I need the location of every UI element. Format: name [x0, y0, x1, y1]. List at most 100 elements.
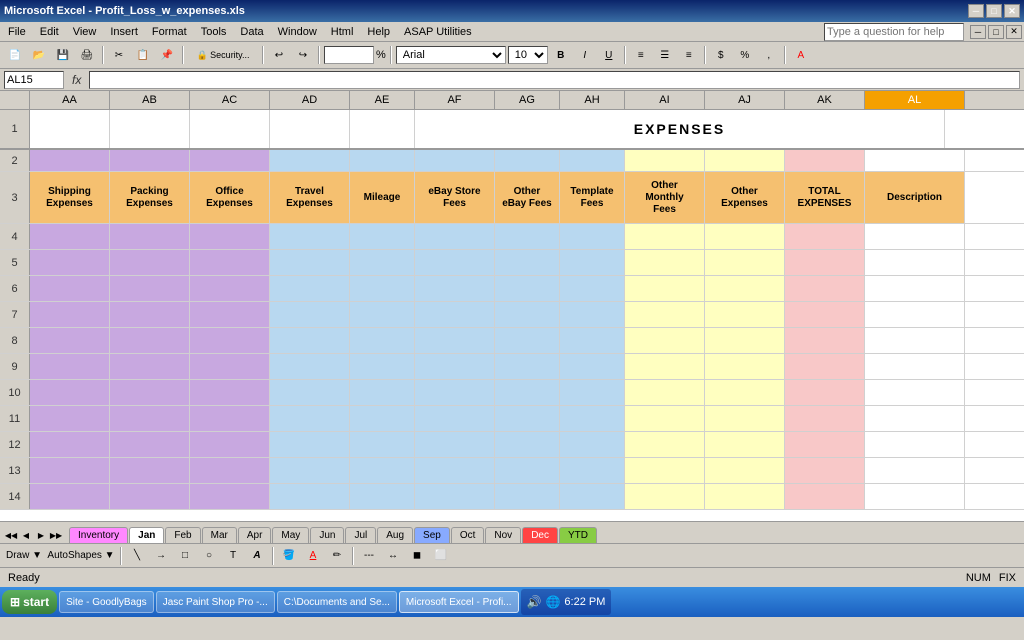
- cell-ah3[interactable]: Template Fees: [560, 172, 625, 223]
- cell-ah12[interactable]: [560, 432, 625, 457]
- cell-af12[interactable]: [415, 432, 495, 457]
- cell-ae7[interactable]: [350, 302, 415, 327]
- cell-al2[interactable]: [865, 150, 965, 171]
- menu-format[interactable]: Format: [146, 24, 193, 40]
- taskbar-docs-item[interactable]: C:\Documents and Se...: [277, 591, 397, 613]
- col-header-af[interactable]: AF: [415, 91, 495, 109]
- cell-al7[interactable]: [865, 302, 965, 327]
- 3d-btn[interactable]: ⬜: [430, 546, 452, 566]
- taskbar-excel-item[interactable]: Microsoft Excel - Profi...: [399, 591, 519, 613]
- minimize-btn[interactable]: ─: [968, 4, 984, 18]
- cell-ak7[interactable]: [785, 302, 865, 327]
- cell-ae9[interactable]: [350, 354, 415, 379]
- font-size-selector[interactable]: 10: [508, 46, 548, 64]
- currency-btn[interactable]: $: [710, 45, 732, 65]
- cell-ak2[interactable]: [785, 150, 865, 171]
- cell-ac8[interactable]: [190, 328, 270, 353]
- cell-ac13[interactable]: [190, 458, 270, 483]
- cell-aa10[interactable]: [30, 380, 110, 405]
- cell-ac10[interactable]: [190, 380, 270, 405]
- cell-aj3[interactable]: Other Expenses: [705, 172, 785, 223]
- col-header-aj[interactable]: AJ: [705, 91, 785, 109]
- start-button[interactable]: ⊞ start: [2, 590, 57, 614]
- cell-ac2[interactable]: [190, 150, 270, 171]
- cell-al10[interactable]: [865, 380, 965, 405]
- cell-ad14[interactable]: [270, 484, 350, 509]
- cell-ag11[interactable]: [495, 406, 560, 431]
- menu-asap[interactable]: ASAP Utilities: [398, 24, 478, 40]
- app-minimize-btn[interactable]: ─: [970, 25, 986, 39]
- cell-al9[interactable]: [865, 354, 965, 379]
- cell-ad2[interactable]: [270, 150, 350, 171]
- cell-ah11[interactable]: [560, 406, 625, 431]
- maximize-btn[interactable]: □: [986, 4, 1002, 18]
- cell-ae6[interactable]: [350, 276, 415, 301]
- cell-aa13[interactable]: [30, 458, 110, 483]
- copy-btn[interactable]: 📋: [132, 45, 154, 65]
- cell-ae1[interactable]: [350, 110, 415, 148]
- cell-af8[interactable]: [415, 328, 495, 353]
- redo-btn[interactable]: ↪: [292, 45, 314, 65]
- draw-menu-btn[interactable]: Draw ▼: [4, 546, 44, 566]
- new-btn[interactable]: 📄: [4, 45, 26, 65]
- cell-ag13[interactable]: [495, 458, 560, 483]
- tab-feb[interactable]: Feb: [165, 527, 200, 543]
- security-btn[interactable]: 🔒 Security...: [188, 45, 258, 65]
- cell-ah10[interactable]: [560, 380, 625, 405]
- close-btn[interactable]: ✕: [1004, 4, 1020, 18]
- cell-ae8[interactable]: [350, 328, 415, 353]
- cell-ah14[interactable]: [560, 484, 625, 509]
- cell-ad11[interactable]: [270, 406, 350, 431]
- cell-ai7[interactable]: [625, 302, 705, 327]
- cell-ad9[interactable]: [270, 354, 350, 379]
- cell-ak12[interactable]: [785, 432, 865, 457]
- cell-ag4[interactable]: [495, 224, 560, 249]
- cell-al4[interactable]: [865, 224, 965, 249]
- cell-ab4[interactable]: [110, 224, 190, 249]
- cell-ah9[interactable]: [560, 354, 625, 379]
- col-header-ac[interactable]: AC: [190, 91, 270, 109]
- menu-help[interactable]: Help: [361, 24, 396, 40]
- cell-aa8[interactable]: [30, 328, 110, 353]
- cell-aa6[interactable]: [30, 276, 110, 301]
- cell-ad13[interactable]: [270, 458, 350, 483]
- cell-al5[interactable]: [865, 250, 965, 275]
- col-header-ad[interactable]: AD: [270, 91, 350, 109]
- cell-ac12[interactable]: [190, 432, 270, 457]
- cell-ac7[interactable]: [190, 302, 270, 327]
- cell-aj7[interactable]: [705, 302, 785, 327]
- tab-mar[interactable]: Mar: [202, 527, 237, 543]
- cell-ae11[interactable]: [350, 406, 415, 431]
- cell-aj11[interactable]: [705, 406, 785, 431]
- cell-ag9[interactable]: [495, 354, 560, 379]
- cell-ad12[interactable]: [270, 432, 350, 457]
- app-restore-btn[interactable]: □: [988, 25, 1004, 39]
- cell-ad3[interactable]: Travel Expenses: [270, 172, 350, 223]
- font-selector[interactable]: Arial: [396, 46, 506, 64]
- menu-data[interactable]: Data: [234, 24, 269, 40]
- cell-aj12[interactable]: [705, 432, 785, 457]
- col-header-ag[interactable]: AG: [495, 91, 560, 109]
- cell-ac9[interactable]: [190, 354, 270, 379]
- cell-ae14[interactable]: [350, 484, 415, 509]
- cell-af7[interactable]: [415, 302, 495, 327]
- line-color-btn[interactable]: ✏: [326, 546, 348, 566]
- cell-ai13[interactable]: [625, 458, 705, 483]
- font-color-btn[interactable]: A: [302, 546, 324, 566]
- col-header-ak[interactable]: AK: [785, 91, 865, 109]
- cell-reference-box[interactable]: AL15: [4, 71, 64, 89]
- cell-ah6[interactable]: [560, 276, 625, 301]
- col-header-al[interactable]: AL: [865, 91, 965, 109]
- cell-aa4[interactable]: [30, 224, 110, 249]
- cell-ah4[interactable]: [560, 224, 625, 249]
- tab-aug[interactable]: Aug: [377, 527, 413, 543]
- cell-ah2[interactable]: [560, 150, 625, 171]
- cell-ai9[interactable]: [625, 354, 705, 379]
- cell-aa5[interactable]: [30, 250, 110, 275]
- cell-ad6[interactable]: [270, 276, 350, 301]
- tab-dec[interactable]: Dec: [522, 527, 558, 543]
- cell-aa11[interactable]: [30, 406, 110, 431]
- cell-ag12[interactable]: [495, 432, 560, 457]
- cell-ai14[interactable]: [625, 484, 705, 509]
- cell-aa1[interactable]: [30, 110, 110, 148]
